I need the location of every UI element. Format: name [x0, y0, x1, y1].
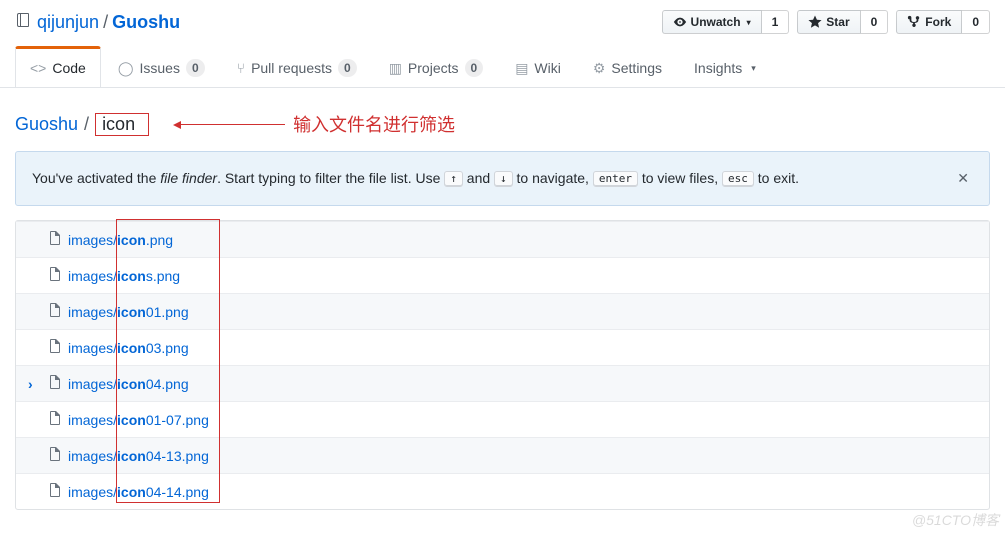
file-result-row[interactable]: images/icon04-14.png	[16, 473, 989, 509]
file-finder-input[interactable]: icon	[95, 113, 149, 136]
file-path: images/icon03.png	[68, 340, 189, 356]
file-path: images/icon04-13.png	[68, 448, 209, 464]
annotation-arrow	[175, 124, 285, 125]
watch-count[interactable]: 1	[762, 10, 790, 34]
annotation-text: 输入文件名进行筛选	[293, 111, 455, 137]
fork-button[interactable]: Fork	[896, 10, 962, 34]
file-icon	[48, 446, 62, 465]
star-count[interactable]: 0	[861, 10, 889, 34]
chevron-right-icon: ›	[28, 376, 44, 392]
projects-icon: ▥	[389, 60, 402, 77]
star-button[interactable]: Star	[797, 10, 860, 34]
fork-icon	[907, 15, 921, 29]
file-icon	[48, 302, 62, 321]
file-path: images/icon04-14.png	[68, 484, 209, 500]
file-finder-results: images/icon.png images/icons.png images/ic…	[15, 220, 990, 510]
gear-icon: ⚙	[593, 60, 606, 77]
watermark: @51CTO博客	[912, 510, 999, 530]
fork-count[interactable]: 0	[962, 10, 990, 34]
tab-issues[interactable]: ◯ Issues 0	[103, 46, 220, 87]
file-result-row[interactable]: images/icon.png	[16, 221, 989, 257]
notice-text: You've activated the file finder. Start …	[32, 170, 799, 187]
file-path: images/icon04.png	[68, 376, 189, 392]
file-path: images/icons.png	[68, 268, 180, 284]
pr-icon: ⑂	[237, 60, 245, 76]
file-icon	[48, 230, 62, 249]
tab-insights[interactable]: Insights▾	[679, 46, 771, 87]
tab-projects[interactable]: ▥ Projects 0	[374, 46, 499, 87]
file-result-row[interactable]: images/icons.png	[16, 257, 989, 293]
file-icon	[48, 482, 62, 501]
file-result-row[interactable]: images/icon01-07.png	[16, 401, 989, 437]
repo-actions: Unwatch▾ 1 Star 0 Fork 0	[662, 10, 990, 34]
tab-wiki[interactable]: ▤ Wiki	[500, 46, 576, 87]
file-result-row[interactable]: › images/icon04.png	[16, 365, 989, 401]
file-finder-notice: You've activated the file finder. Start …	[15, 151, 990, 206]
unwatch-button[interactable]: Unwatch▾	[662, 10, 762, 34]
file-icon	[48, 338, 62, 357]
file-path: images/icon01.png	[68, 304, 189, 320]
repo-name-link[interactable]: Guoshu	[112, 12, 180, 33]
issues-icon: ◯	[118, 60, 134, 77]
repo-owner-link[interactable]: qijunjun	[37, 12, 99, 33]
breadcrumb-root[interactable]: Guoshu	[15, 114, 78, 135]
code-icon: <>	[30, 60, 46, 76]
tab-code[interactable]: <> Code	[15, 46, 101, 87]
file-result-row[interactable]: images/icon03.png	[16, 329, 989, 365]
close-icon[interactable]: ✕	[953, 166, 973, 191]
file-path: images/icon01-07.png	[68, 412, 209, 428]
file-finder-breadcrumb: Guoshu / icon 输入文件名进行筛选	[15, 111, 990, 137]
file-icon	[48, 410, 62, 429]
tab-settings[interactable]: ⚙ Settings	[578, 46, 677, 87]
wiki-icon: ▤	[515, 60, 528, 77]
repo-tabs: <> Code ◯ Issues 0 ⑂ Pull requests 0 ▥ P…	[15, 46, 990, 87]
eye-icon	[673, 15, 687, 29]
repo-icon	[15, 12, 31, 33]
tab-pull-requests[interactable]: ⑂ Pull requests 0	[222, 46, 372, 87]
file-result-row[interactable]: images/icon04-13.png	[16, 437, 989, 473]
file-path: images/icon.png	[68, 232, 173, 248]
repo-title: qijunjun / Guoshu	[15, 12, 180, 33]
file-icon	[48, 266, 62, 285]
star-icon	[808, 15, 822, 29]
file-icon	[48, 374, 62, 393]
file-result-row[interactable]: images/icon01.png	[16, 293, 989, 329]
